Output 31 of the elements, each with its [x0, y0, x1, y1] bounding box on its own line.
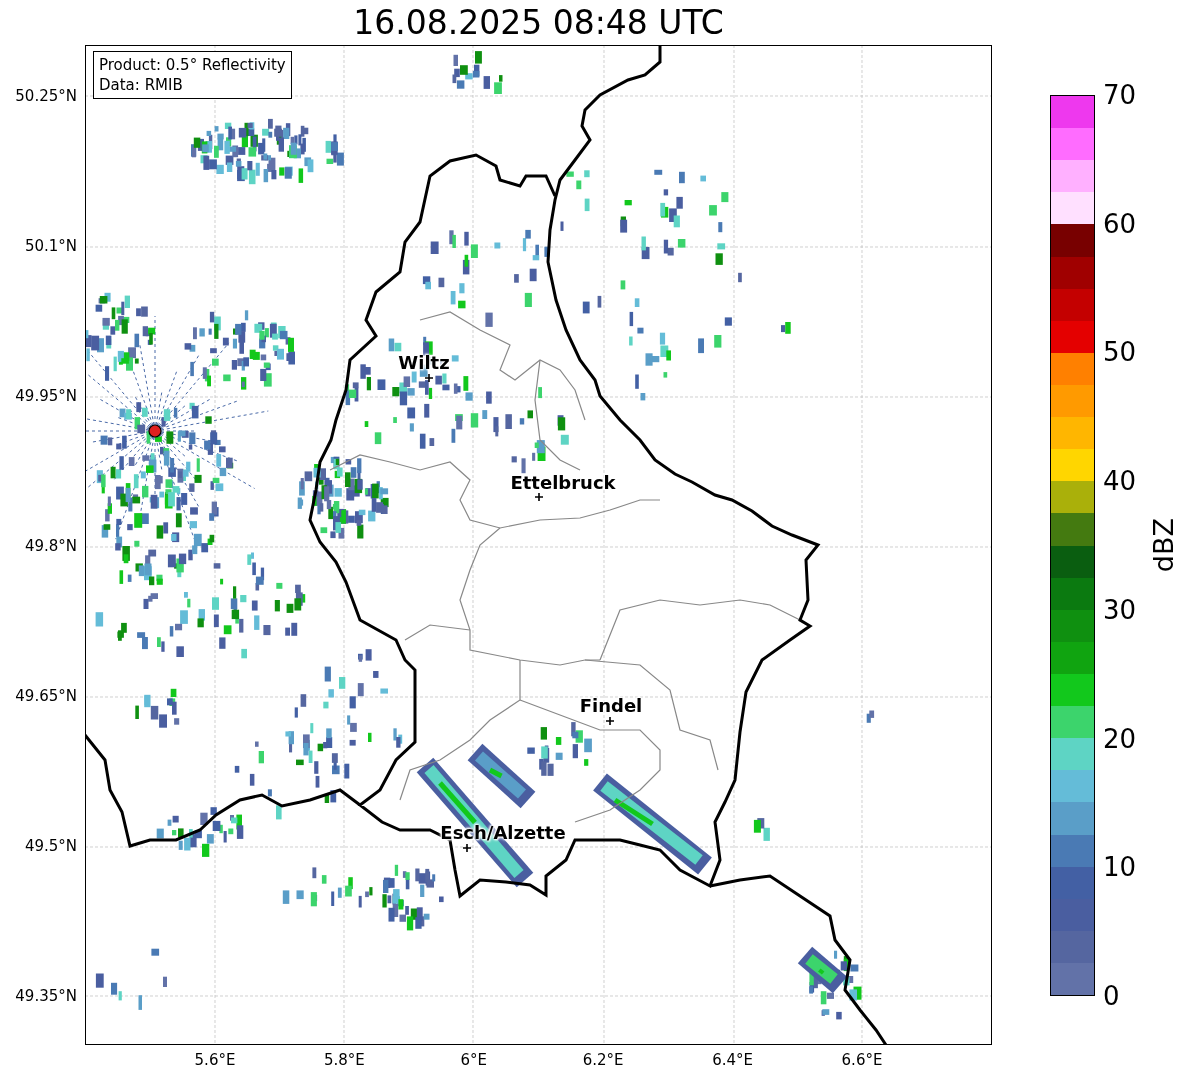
- chart-title: 16.08.2025 08:48 UTC: [352, 2, 725, 44]
- colorbar-tick-label: 70: [1103, 80, 1137, 110]
- colorbar-tick-label: 0: [1103, 981, 1120, 1011]
- plus-marker-icon: [606, 717, 614, 725]
- legend-text: Data: RMIB: [99, 75, 184, 95]
- city-label: Ettelbruck: [510, 471, 616, 493]
- axis-tick-label: 49.8°N: [24, 537, 77, 555]
- axis-tick-label: 49.95°N: [15, 387, 77, 405]
- axis-tick-label: 49.35°N: [15, 987, 77, 1005]
- axis-tick-label: 49.5°N: [24, 837, 77, 855]
- plus-marker-icon: [535, 493, 543, 501]
- axis-tick-label: 6°E: [460, 1051, 488, 1069]
- axis-tick-label: 6.4°E: [712, 1051, 753, 1069]
- axis-tick-label: 6.2°E: [582, 1051, 624, 1069]
- legend-text: Product: 0.5° Reflectivity: [99, 55, 286, 75]
- axis-tick-label: 49.65°N: [15, 687, 77, 705]
- axis-tick-label: 50.25°N: [15, 87, 77, 105]
- colorbar-tick-label: 50: [1103, 337, 1137, 368]
- colorbar-tick-label: 30: [1103, 594, 1137, 625]
- colorbar-tick-label: 10: [1103, 852, 1137, 883]
- axis-tick-label: 5.8°E: [323, 1051, 365, 1069]
- colorbar-tick-label: 60: [1103, 208, 1137, 239]
- colorbar-tick-label: 40: [1103, 466, 1137, 497]
- colorbar-tick-label: 20: [1103, 723, 1137, 754]
- plus-marker-icon: [463, 844, 471, 852]
- colorbar-label: dBZ: [1148, 518, 1179, 573]
- axis-tick-label: 50.1°N: [24, 237, 77, 255]
- city-label: Findel: [579, 694, 643, 716]
- axis-tick-label: 6.6°E: [841, 1051, 883, 1069]
- axis-tick-label: 5.6°E: [194, 1051, 236, 1069]
- plus-marker-icon: [425, 374, 433, 382]
